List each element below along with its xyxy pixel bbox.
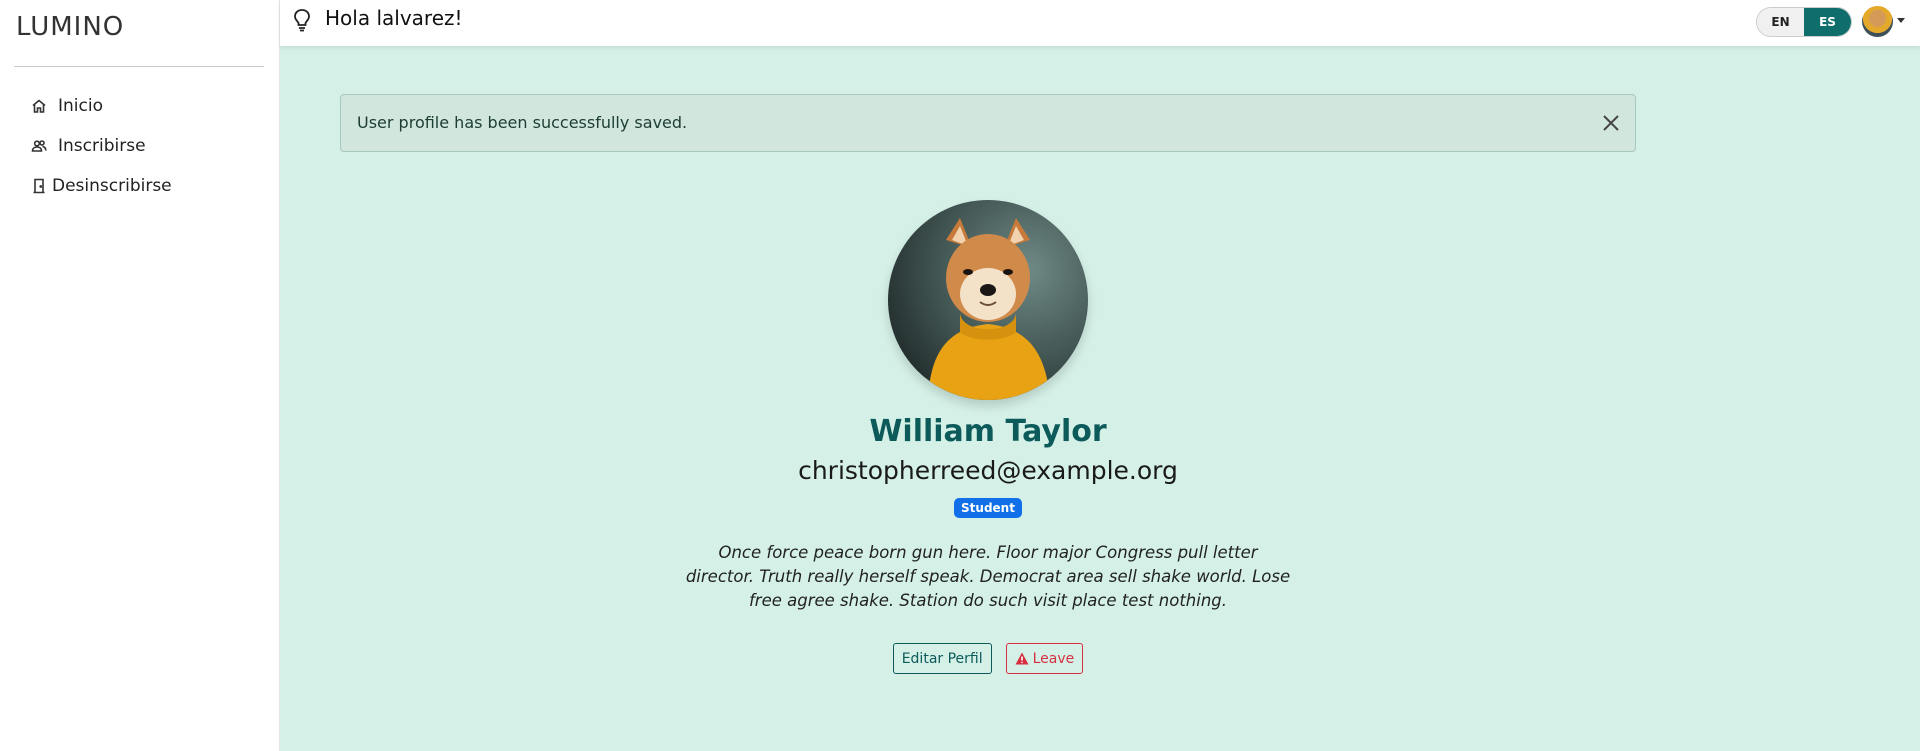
lightbulb-icon — [292, 8, 312, 32]
lang-es-button[interactable]: ES — [1804, 8, 1851, 36]
sidebar-divider — [14, 66, 264, 67]
profile-actions: Editar Perfil Leave — [280, 643, 1696, 674]
leave-label: Leave — [1032, 650, 1075, 667]
role-badge: Student — [954, 498, 1022, 518]
edit-profile-label: Editar Perfil — [901, 650, 983, 667]
greeting-text: Hola lalvarez! — [325, 6, 463, 30]
door-icon — [30, 177, 48, 195]
sidebar-item-inscribirse[interactable]: Inscribirse — [30, 126, 172, 166]
edit-profile-button[interactable]: Editar Perfil — [892, 643, 992, 674]
sidebar-item-label: Inicio — [58, 96, 103, 116]
role-badge-container: Student — [280, 497, 1696, 518]
user-avatar[interactable] — [1862, 6, 1893, 37]
success-alert: User profile has been successfully saved… — [340, 94, 1636, 152]
users-icon — [30, 137, 48, 155]
alert-message: User profile has been successfully saved… — [357, 113, 688, 132]
profile-name: William Taylor — [869, 414, 1107, 449]
sidebar-item-label: Inscribirse — [58, 136, 146, 156]
chevron-down-icon[interactable] — [1897, 18, 1905, 23]
sidebar-nav: Inicio Inscribirse Desinscribirse — [30, 86, 172, 206]
profile-bio: Once force peace born gun here. Floor ma… — [685, 543, 1291, 610]
language-toggle: EN ES — [1756, 7, 1852, 37]
main-content: User profile has been successfully saved… — [280, 46, 1920, 751]
sidebar: LUMINO Inicio Inscribirse Desinscribirse — [0, 0, 280, 751]
brand-logo[interactable]: LUMINO — [16, 12, 124, 42]
warning-icon — [1015, 652, 1029, 665]
home-icon — [30, 97, 48, 115]
topbar: Hola lalvarez! EN ES — [280, 0, 1920, 46]
profile-email: christopherreed@example.org — [798, 456, 1178, 485]
sidebar-item-inicio[interactable]: Inicio — [30, 86, 172, 126]
sidebar-item-desinscribirse[interactable]: Desinscribirse — [30, 166, 172, 206]
profile-avatar — [888, 200, 1088, 400]
lang-en-button[interactable]: EN — [1757, 8, 1804, 36]
leave-button[interactable]: Leave — [1005, 643, 1084, 674]
close-icon[interactable] — [1601, 113, 1621, 133]
sidebar-item-label: Desinscribirse — [52, 176, 172, 196]
